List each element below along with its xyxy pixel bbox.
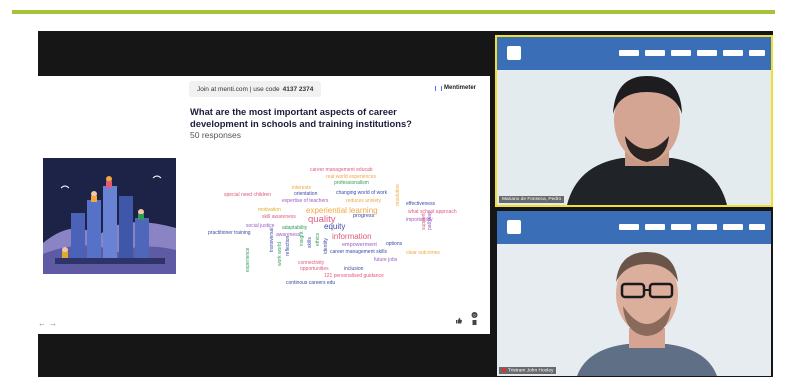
join-code-pill: Join at menti.com | use code 4137 2374 [189,81,322,97]
word-cloud-word: reflection [285,235,291,256]
word-cloud-word: work world [277,242,283,266]
speaker-2-video [497,244,771,376]
word-cloud-word: pathway [427,211,433,230]
word-cloud-word: information [332,232,372,241]
arrow-left-icon[interactable]: ← [38,319,46,328]
word-cloud-word: ethics [315,232,321,246]
partner-logo-icon [697,50,717,56]
response-count: 50 responses [190,130,242,140]
arrow-right-icon[interactable]: → [49,319,57,328]
word-cloud-word: insight [299,231,305,246]
word-cloud-word: inclusion [344,266,364,272]
word-cloud-word: 121 personalised guidance [324,273,384,279]
shared-slide[interactable]: Join at menti.com | use code 4137 2374 M… [38,76,490,334]
conference-logo-icon [507,46,521,60]
mic-muted-icon [502,367,506,372]
accent-bar [12,10,775,14]
partner-logo-icon [619,224,639,230]
word-cloud-word: future jobs [374,257,398,263]
participant-name-tag: Tristram John Hooley [499,366,557,374]
word-cloud-word: experience [245,247,251,272]
word-cloud-word: orientation [294,191,318,197]
participant-video-1[interactable]: Mariano de Fonseca, Pedro [495,35,773,207]
question-icon[interactable]: 0 [470,312,479,326]
word-cloud-word: resolution [395,184,401,206]
word-cloud-word: practitioner training [208,230,251,236]
participant-name: Mariano de Fonseca, Pedro [502,197,562,202]
word-cloud-word: skills [307,237,313,248]
word-cloud-word: equity [324,222,346,231]
participant-name-tag: Mariano de Fonseca, Pedro [499,196,565,203]
partner-logo-icon [671,224,691,230]
slide-question: What are the most important aspects of c… [190,106,412,129]
career-ladder-illustration [43,158,176,274]
partner-logo-icon [723,224,743,230]
word-cloud-word: professionalism [334,180,369,186]
mentimeter-label: Mentimeter [443,85,476,91]
word-cloud-word: career management educab [310,167,373,173]
thumbs-up-icon[interactable] [455,317,462,324]
partner-logo-icon [723,50,743,56]
word-cloud-word: reduces anxiety [346,198,382,204]
word-cloud-word: options [386,241,403,247]
join-prefix: Join at menti.com | use code [197,85,280,93]
word-cloud-word: clear outcomes [406,250,440,256]
word-cloud-word: effectiveness [406,201,436,207]
word-cloud-word: continous careers edu [286,280,336,286]
word-cloud-word: career management skills [330,249,387,255]
speaker-1-video [497,70,771,205]
partner-logo-icon [645,50,665,56]
mentimeter-logo-icon [434,85,442,91]
word-cloud-word: empowerment [342,242,377,248]
participant-video-2[interactable]: Tristram John Hooley [497,211,771,376]
participant-name: Tristram John Hooley [508,368,554,373]
partner-logo-icon [697,224,717,230]
partner-logo-icon [619,50,639,56]
mentimeter-brand: Mentimeter [434,85,476,91]
conference-logo-icon [507,220,521,234]
partner-logo-icon [645,224,665,230]
word-cloud-word: changing world of work [336,190,388,196]
partner-logo-icon [749,224,765,230]
word-cloud-word: transversal [269,227,275,252]
word-cloud-word: special need children [224,192,271,198]
join-code: 4137 2374 [282,85,314,93]
word-cloud-word: adaptability [282,225,308,231]
partner-logo-icon [671,50,691,56]
word-cloud-word: progress [353,213,375,219]
word-cloud-word: motivation [258,207,281,213]
word-cloud-word: expertise of teachers [282,198,329,204]
word-cloud-word: identity [323,238,329,254]
word-cloud-word: skill awareness [262,214,296,220]
partner-logo-icon [749,50,765,56]
word-cloud-word: opportunities [300,266,329,272]
